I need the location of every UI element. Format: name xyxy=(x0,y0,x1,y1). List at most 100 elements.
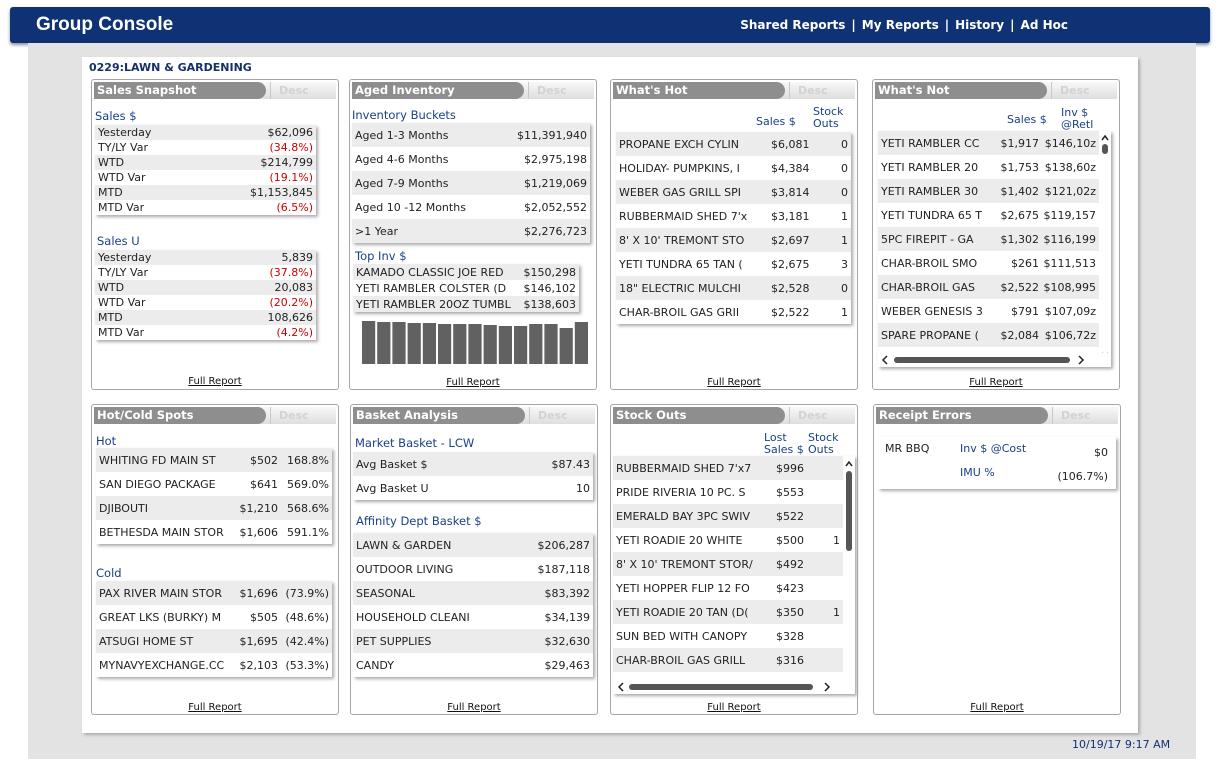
scroll-thumb[interactable] xyxy=(629,684,813,690)
item-lost-sales: $522 xyxy=(776,509,804,523)
nav-ad-hoc[interactable]: Ad Hoc xyxy=(1021,18,1068,32)
metric-value: $87.43 xyxy=(551,457,591,471)
store-pct: 568.6% xyxy=(287,501,329,515)
full-report-link[interactable]: Full Report xyxy=(92,376,338,387)
full-report-link[interactable]: Full Report xyxy=(350,377,596,388)
desc-toggle[interactable]: Desc xyxy=(1051,82,1090,99)
item-sales: $2,522 xyxy=(1000,280,1040,294)
item-inv: $106,72z xyxy=(1044,328,1096,342)
app-title: Group Console xyxy=(36,14,174,35)
metric-value: 5,839 xyxy=(281,251,314,264)
item-name: YETI RAMBLER COLSTER (D xyxy=(356,281,507,295)
sales-dollar-table: Yesterday $62,096 TY/LY Var (34.8%) WTD $21… xyxy=(95,125,316,215)
full-report-link[interactable]: Full Report xyxy=(611,702,857,713)
metric-label: TY/LY Var xyxy=(98,266,148,279)
vertical-scrollbar[interactable] xyxy=(843,456,855,694)
metric-label: Avg Basket $ xyxy=(356,457,428,471)
full-report-link[interactable]: Full Report xyxy=(874,702,1120,713)
scroll-thumb[interactable] xyxy=(894,357,1070,363)
scroll-up-arrow[interactable] xyxy=(845,460,853,467)
item-name: RUBBERMAID SHED 7'x xyxy=(619,209,748,223)
sparkbar xyxy=(559,328,573,364)
item-name: CHAR-BROIL GAS xyxy=(881,280,975,294)
item-lost-sales: $553 xyxy=(776,485,804,499)
store-sales: $1,606 xyxy=(239,525,279,539)
inventory-buckets-label: Inventory Buckets xyxy=(352,108,456,122)
store-name: BETHESDA MAIN STOR xyxy=(99,525,224,539)
metric-value: 20,083 xyxy=(274,281,314,294)
nav-separator: | xyxy=(851,18,856,32)
col-header-line: @Retl xyxy=(1061,118,1094,131)
full-report-link[interactable]: Full Report xyxy=(351,702,597,713)
item-lost-sales: $492 xyxy=(776,557,804,571)
desc-toggle[interactable]: Desc xyxy=(1052,407,1091,424)
dept-value: $34,139 xyxy=(544,610,591,624)
inventory-sparkbars xyxy=(362,321,588,364)
market-basket-label: Market Basket - LCW xyxy=(355,436,475,450)
metric-label: WTD xyxy=(98,281,125,294)
item-sales: $2,528 xyxy=(771,281,810,295)
desc-toggle[interactable]: Desc xyxy=(529,407,568,424)
store-name: PAX RIVER MAIN STOR xyxy=(99,586,222,600)
scroll-thumb[interactable] xyxy=(1102,144,1108,154)
horizontal-scrollbar[interactable] xyxy=(878,353,1111,367)
panel-whats-not: What's Not Desc Sales $ Inv $ @Retl YETI … xyxy=(872,79,1120,390)
metric-label: WTD Var xyxy=(98,296,146,309)
item-sales: $2,522 xyxy=(771,305,810,319)
whats-hot-table: PROPANE EXCH CYLIN $6,081 0 HOLIDAY- PUMPK… xyxy=(616,132,851,324)
item-name: YETI RAMBLER 20 xyxy=(881,160,979,174)
store-name: DJIBOUTI xyxy=(99,501,148,515)
item-name: SUN BED WITH CANOPY xyxy=(616,629,748,643)
panel-stock-outs: Stock Outs Desc Lost Sales $ Stock Outs RU… xyxy=(610,404,858,715)
nav-shared-reports[interactable]: Shared Reports xyxy=(740,18,845,32)
panel-header: Stock Outs Desc xyxy=(613,407,855,424)
item-name: KAMADO CLASSIC JOE RED xyxy=(356,265,504,279)
full-report-link[interactable]: Full Report xyxy=(873,377,1119,388)
store-name: SAN DIEGO PACKAGE xyxy=(99,477,216,491)
desc-toggle[interactable]: Desc xyxy=(789,82,828,99)
col-header-inv: Inv $ @Retl xyxy=(1061,107,1093,131)
bucket-label: Aged 10 -12 Months xyxy=(355,200,466,214)
sales-units-label: Sales U xyxy=(97,234,140,248)
vertical-scrollbar[interactable] xyxy=(1099,131,1111,367)
full-report-link[interactable]: Full Report xyxy=(92,702,338,713)
desc-toggle[interactable]: Desc xyxy=(270,82,309,99)
col-header-lost: Lost Sales $ xyxy=(764,432,804,456)
metric-value: (6.5%) xyxy=(276,201,313,214)
dept-name: CANDY xyxy=(356,658,395,672)
scroll-up-arrow[interactable] xyxy=(1101,134,1109,141)
full-report-link[interactable]: Full Report xyxy=(611,377,857,388)
bucket-value: $1,219,069 xyxy=(524,176,587,190)
metric-value: (106.7%) xyxy=(1057,470,1108,483)
item-stock-outs: 1 xyxy=(841,305,848,319)
item-stock-outs: 1 xyxy=(833,533,840,547)
panel-sales-snapshot: Sales Snapshot Desc Sales $ Yesterday $62… xyxy=(91,79,339,390)
desc-toggle[interactable]: Desc xyxy=(528,82,567,99)
scroll-left-arrow[interactable] xyxy=(881,355,888,365)
desc-toggle[interactable]: Desc xyxy=(270,407,309,424)
sparkbar xyxy=(574,322,588,364)
nav-my-reports[interactable]: My Reports xyxy=(862,18,939,32)
nav-history[interactable]: History xyxy=(955,18,1004,32)
item-inv: $121,02z xyxy=(1044,184,1096,198)
desc-toggle[interactable]: Desc xyxy=(789,407,828,424)
sparkbar xyxy=(407,323,421,364)
scroll-left-arrow[interactable] xyxy=(617,682,624,692)
item-name: SPARE PROPANE ( xyxy=(881,328,979,342)
panel-whats-hot: What's Hot Desc Sales $ Stock Outs PROPAN… xyxy=(610,79,858,390)
horizontal-scrollbar[interactable] xyxy=(613,680,855,694)
panel-title: What's Not xyxy=(875,82,1047,99)
item-sales: $2,675 xyxy=(1000,208,1040,222)
store-sales: $1,695 xyxy=(239,634,279,648)
scroll-thumb[interactable] xyxy=(846,471,852,551)
scroll-right-arrow[interactable] xyxy=(1078,355,1085,365)
scroll-right-arrow[interactable] xyxy=(824,682,831,692)
store-pct: 168.8% xyxy=(287,453,329,467)
receipt-errors-table: MR BBQ Inv $ @Cost $0 IMU % (106.7%) xyxy=(878,437,1116,489)
item-name: PRIDE RIVERIA 10 PC. S xyxy=(616,485,746,499)
store-pct: (53.3%) xyxy=(285,658,329,672)
dept-value: $187,118 xyxy=(537,562,591,576)
sparkbar xyxy=(468,324,482,364)
metric-value: $0 xyxy=(1094,446,1108,459)
dept-value: $206,287 xyxy=(537,538,591,552)
